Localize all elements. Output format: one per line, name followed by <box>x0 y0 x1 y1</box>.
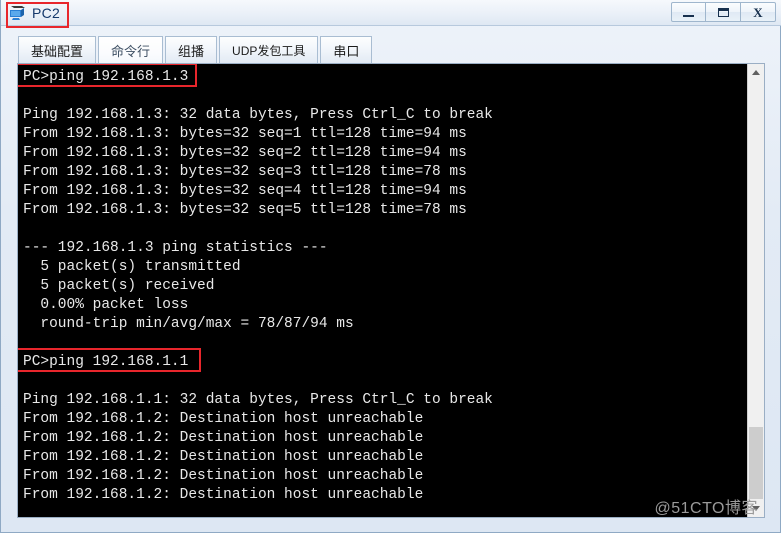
terminal-line-list: PC>ping 192.168.1.3 Ping 192.168.1.3: 32 … <box>23 68 743 517</box>
terminal-line: Ping 192.168.1.3: 32 data bytes, Press C… <box>23 107 493 123</box>
scroll-up-arrow-icon[interactable] <box>748 64 764 81</box>
window-controls: X <box>671 2 776 22</box>
tab-udp-packet-tool[interactable]: UDP发包工具 <box>219 36 319 63</box>
watermark: @51CTO博客 <box>654 500 758 517</box>
maximize-icon <box>717 7 729 17</box>
window-title-group: PC2 <box>9 2 60 24</box>
close-button[interactable]: X <box>741 2 776 22</box>
tab-label: 基础配置 <box>31 43 84 59</box>
terminal-line: From 192.168.1.3: bytes=32 seq=2 ttl=128… <box>23 145 467 161</box>
terminal-line: Ping 192.168.1.1: 32 data bytes, Press C… <box>23 392 493 408</box>
close-icon: X <box>753 4 763 20</box>
tab-serial-port[interactable]: 串口 <box>320 36 373 63</box>
terminal-scrollbar[interactable] <box>747 64 764 517</box>
tab-label: 命令行 <box>111 43 151 59</box>
terminal-line: round-trip min/avg/max = 78/87/94 ms <box>23 316 354 332</box>
terminal-line: From 192.168.1.3: bytes=32 seq=4 ttl=128… <box>23 183 467 199</box>
minimize-button[interactable] <box>671 2 706 22</box>
tab-label: UDP发包工具 <box>232 43 306 58</box>
window-title: PC2 <box>32 5 61 21</box>
terminal-line: From 192.168.1.3: bytes=32 seq=5 ttl=128… <box>23 202 467 218</box>
terminal-line: --- 192.168.1.3 ping statistics --- <box>23 240 328 256</box>
terminal-line: 5 packet(s) received <box>23 278 215 294</box>
scrollbar-thumb[interactable] <box>749 427 763 499</box>
terminal-panel: PC>ping 192.168.1.3 Ping 192.168.1.3: 32 … <box>17 63 765 518</box>
terminal-line: From 192.168.1.3: bytes=32 seq=1 ttl=128… <box>23 126 467 142</box>
terminal-line: From 192.168.1.3: bytes=32 seq=3 ttl=128… <box>23 164 467 180</box>
terminal-line: PC>ping 192.168.1.1 <box>23 354 189 370</box>
terminal-line: From 192.168.1.2: Destination host unrea… <box>23 430 424 446</box>
terminal-line: From 192.168.1.2: Destination host unrea… <box>23 487 424 503</box>
minimize-icon <box>683 14 694 17</box>
terminal-output[interactable]: PC>ping 192.168.1.3 Ping 192.168.1.3: 32 … <box>18 64 748 517</box>
maximize-button[interactable] <box>706 2 741 22</box>
screenshot-root: PC2 X 基础配置 命令行 组播 UDP发包工具 串口 PC>ping 192… <box>0 0 781 533</box>
terminal-line: From 192.168.1.2: Destination host unrea… <box>23 411 424 427</box>
terminal-line: From 192.168.1.2: Destination host unrea… <box>23 449 424 465</box>
terminal-line: PC>ping 192.168.1.3 <box>23 69 189 85</box>
pc-monitor-icon <box>9 5 27 21</box>
terminal-line: 0.00% packet loss <box>23 297 189 313</box>
tab-label: 组播 <box>178 43 205 59</box>
pc2-window: PC2 X 基础配置 命令行 组播 UDP发包工具 串口 PC>ping 192… <box>0 0 781 533</box>
terminal-line: From 192.168.1.2: Destination host unrea… <box>23 468 424 484</box>
tab-basic-config[interactable]: 基础配置 <box>18 36 97 63</box>
tab-label: 串口 <box>333 43 360 59</box>
terminal-line: 5 packet(s) transmitted <box>23 259 241 275</box>
title-bar: PC2 X <box>1 0 781 28</box>
tab-command-line[interactable]: 命令行 <box>98 36 164 63</box>
tab-strip: 基础配置 命令行 组播 UDP发包工具 串口 <box>18 35 374 63</box>
tab-multicast[interactable]: 组播 <box>165 36 218 63</box>
